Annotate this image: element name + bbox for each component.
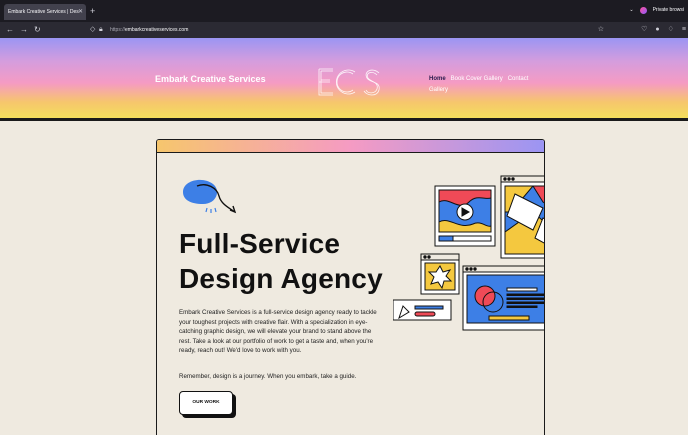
- shield-icon[interactable]: ◇: [90, 24, 95, 36]
- browser-tabbar: Embark Creative Services | Des ✕ + ⌄ Pri…: [0, 0, 688, 22]
- forward-icon[interactable]: →: [20, 24, 28, 36]
- tab-close-icon[interactable]: ✕: [78, 4, 83, 20]
- page-title: Full-Service Design Agency: [179, 226, 383, 296]
- ecs-logo[interactable]: [315, 66, 385, 98]
- intro-paragraph: Embark Creative Services is a full-servi…: [179, 309, 377, 355]
- menu-item-book-cover-gallery[interactable]: Book Cover Gallery: [451, 76, 503, 82]
- private-browsing-indicator: ⌄ Private browsi: [629, 5, 684, 15]
- header-divider: [0, 118, 688, 121]
- toolbar-icons: ♡ ● ♢ ≡: [641, 24, 686, 36]
- new-tab-button[interactable]: +: [90, 5, 95, 17]
- header-banner: Embark Creative Services Home Book Cover …: [0, 38, 688, 120]
- menu-item-contact[interactable]: Contact: [508, 76, 529, 82]
- private-mask-icon: [639, 6, 647, 14]
- hero-card: Full-Service Design Agency Embark Creati…: [156, 139, 545, 435]
- chevron-down-icon[interactable]: ⌄: [629, 5, 633, 15]
- back-icon[interactable]: ←: [6, 24, 14, 36]
- blue-blob-arrow-icon: [183, 179, 237, 214]
- card-gradient-bar: [157, 140, 544, 153]
- our-work-button[interactable]: OUR WORK: [179, 391, 233, 415]
- menu-icon[interactable]: ≡: [682, 24, 686, 36]
- extensions-icon[interactable]: ♢: [668, 24, 674, 36]
- tab-title: Embark Creative Services | Des: [8, 9, 79, 15]
- pocket-icon[interactable]: ♡: [641, 24, 647, 36]
- menu-item-home[interactable]: Home: [429, 76, 446, 82]
- headline-line-2: Design Agency: [179, 263, 383, 294]
- headline-line-1: Full-Service: [179, 228, 341, 259]
- account-icon[interactable]: ●: [655, 24, 659, 36]
- url-bar[interactable]: ◇ 🔒︎ https://embarkcreativeservices.com …: [88, 24, 608, 36]
- private-label: Private browsi: [652, 7, 684, 13]
- design-windows-illustration: [393, 175, 544, 331]
- browser-tab[interactable]: Embark Creative Services | Des ✕: [4, 4, 86, 20]
- browser-navbar: ← → ↻ ◇ 🔒︎ https://embarkcreativeservice…: [0, 22, 688, 38]
- tagline: Remember, design is a journey. When you …: [179, 373, 357, 380]
- reload-icon[interactable]: ↻: [34, 24, 41, 36]
- url-text[interactable]: https://embarkcreativeservices.com: [110, 24, 188, 36]
- site-title[interactable]: Embark Creative Services: [155, 74, 266, 84]
- bookmark-star-icon[interactable]: ☆: [598, 24, 604, 36]
- menu-item-gallery[interactable]: Gallery: [429, 87, 448, 93]
- main-menu: Home Book Cover Gallery Contact Gallery: [429, 74, 559, 96]
- web-page: Embark Creative Services Home Book Cover …: [0, 38, 688, 435]
- lock-icon[interactable]: 🔒︎: [99, 24, 103, 36]
